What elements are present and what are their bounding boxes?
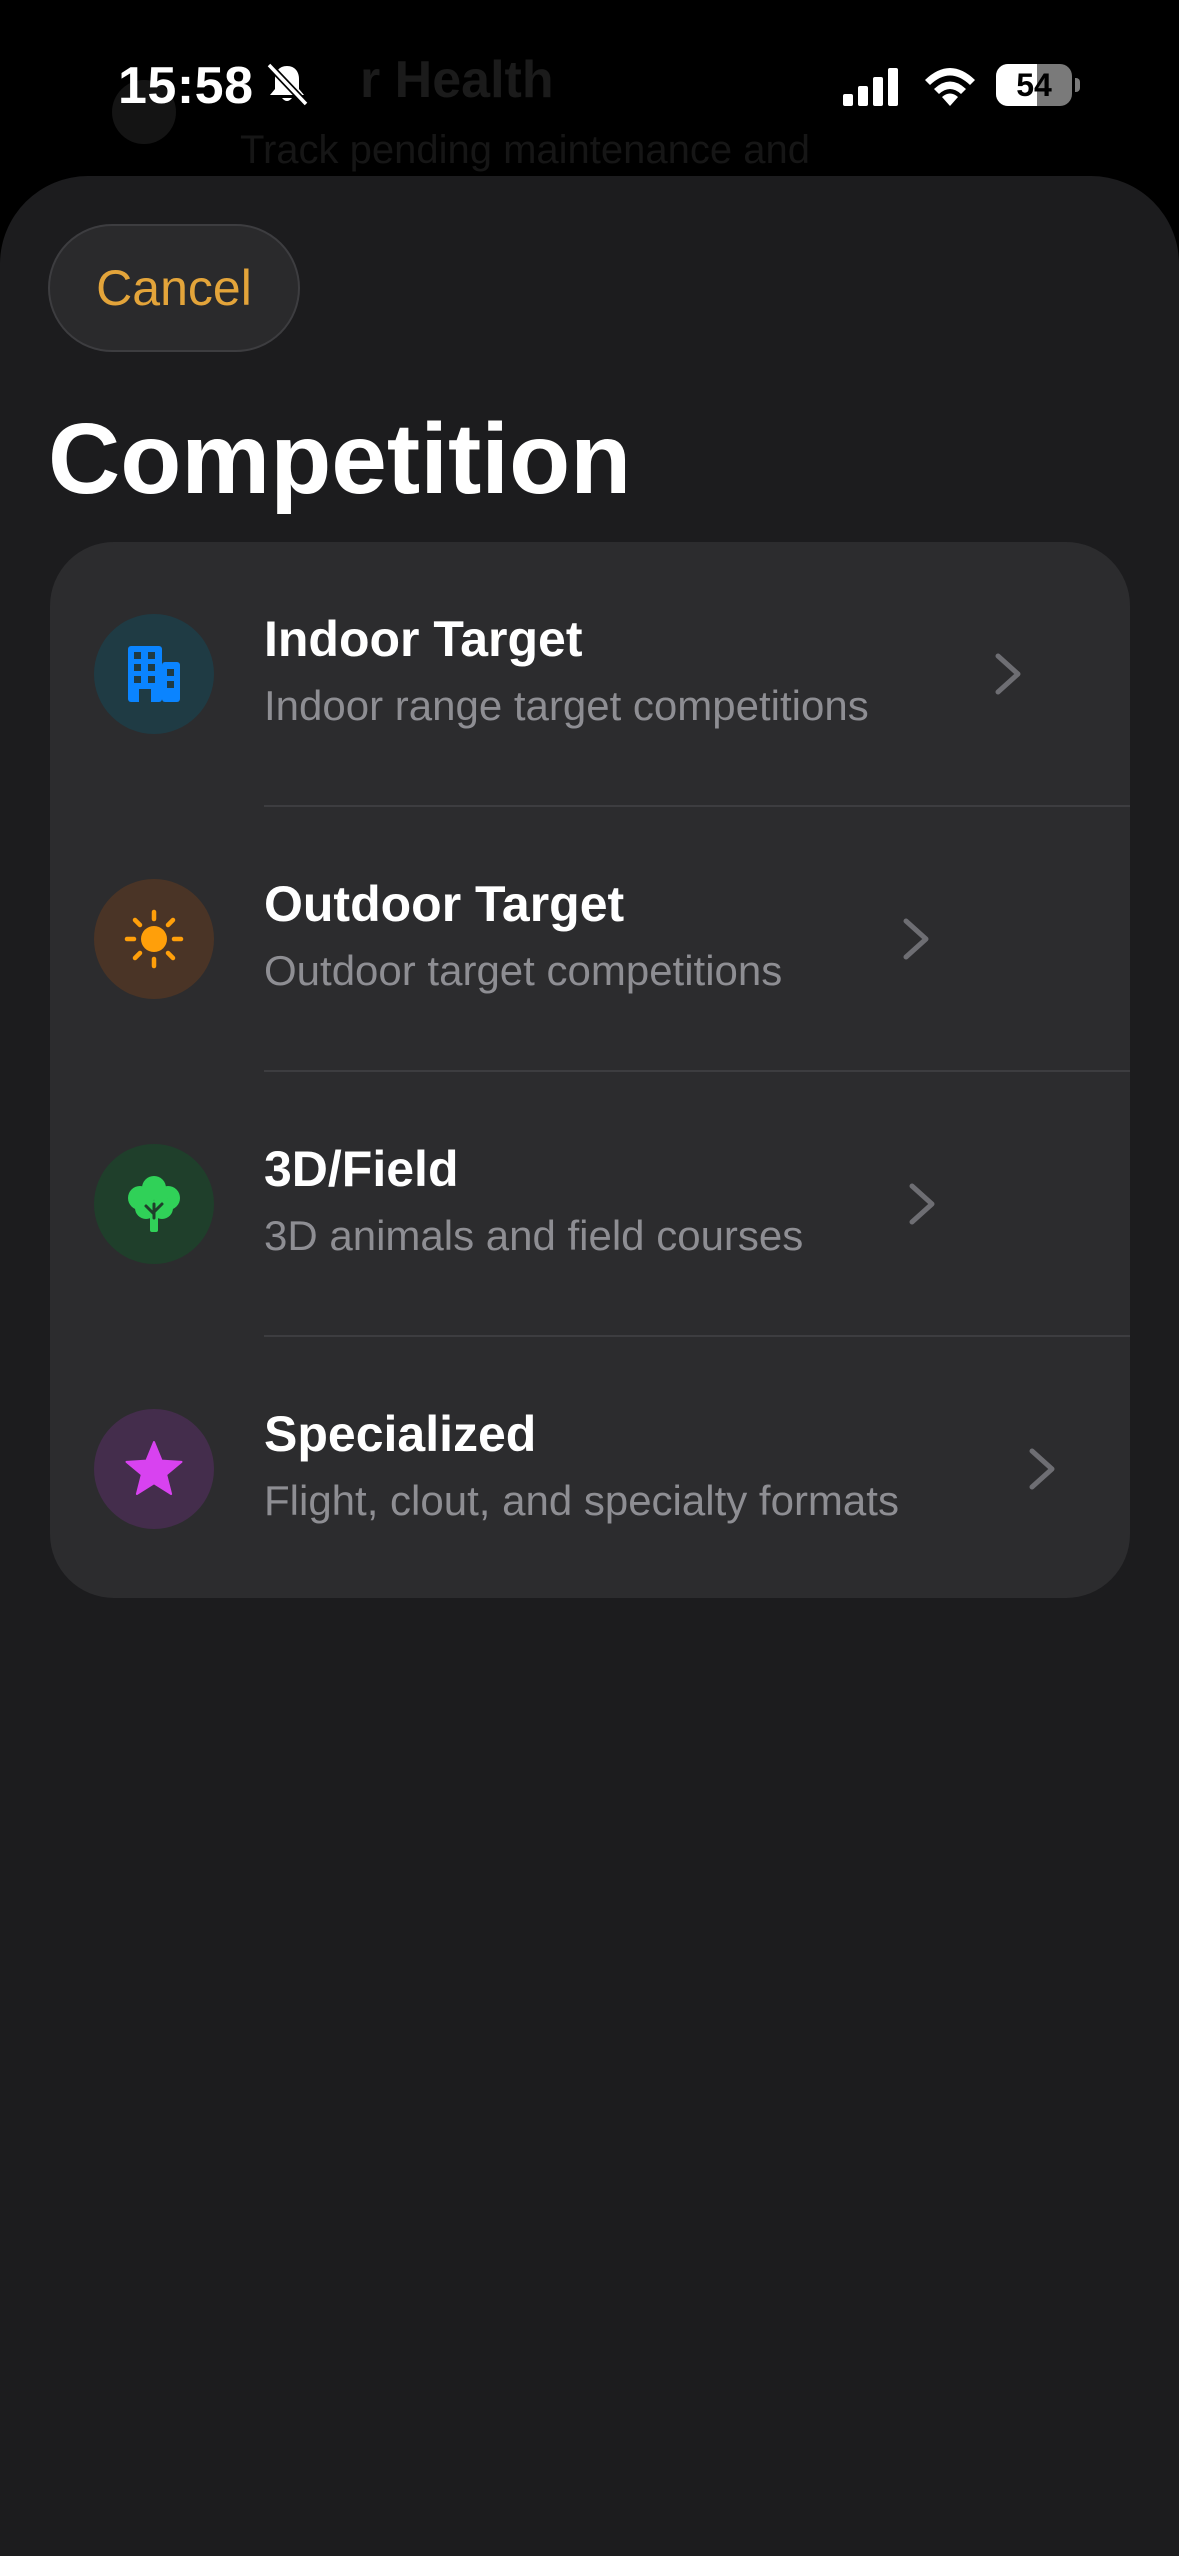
list-item-specialized[interactable]: Specialized Flight, clout, and specialty… [50,1337,1130,1598]
chevron-right-icon [903,918,929,960]
wifi-icon [925,68,975,106]
signal-icon [843,68,898,106]
cancel-button[interactable]: Cancel [48,224,300,352]
row-icon-badge [94,1144,214,1264]
bell-slash-icon [266,62,309,107]
page-title: Competition [48,403,632,515]
row-icon-badge [94,879,214,999]
competition-sheet: Cancel Competition Indoor Target Indoor … [0,176,1179,2556]
status-bar: 15:58 54 [0,0,1179,170]
building-icon [128,646,180,702]
chevron-right-icon [1029,1448,1055,1490]
list-item-title: Outdoor Target [264,876,625,932]
chevron-right-icon [995,653,1021,695]
list-item-outdoor-target[interactable]: Outdoor Target Outdoor target competitio… [50,807,1130,1071]
sun-icon [124,909,184,969]
screen: r Health Track pending maintenance and 1… [0,0,1179,2556]
category-list: Indoor Target Indoor range target compet… [50,542,1130,1598]
list-item-title: 3D/Field [264,1141,459,1197]
list-item-subtitle: Outdoor target competitions [264,947,783,994]
list-item-indoor-target[interactable]: Indoor Target Indoor range target compet… [50,542,1130,806]
status-time: 15:58 [118,57,254,115]
chevron-right-icon [909,1183,935,1225]
list-item-subtitle: Flight, clout, and specialty formats [264,1477,899,1524]
list-item-title: Specialized [264,1406,537,1462]
list-item-title: Indoor Target [264,611,583,667]
list-item-3d-field[interactable]: 3D/Field 3D animals and field courses [50,1072,1130,1336]
battery-icon: 54 [996,64,1080,106]
star-icon [125,1441,183,1495]
tree-icon [128,1176,180,1232]
battery-level: 54 [1016,67,1052,103]
list-item-subtitle: Indoor range target competitions [264,682,869,729]
row-icon-badge [94,1409,214,1529]
list-item-subtitle: 3D animals and field courses [264,1212,804,1259]
row-icon-badge [94,614,214,734]
